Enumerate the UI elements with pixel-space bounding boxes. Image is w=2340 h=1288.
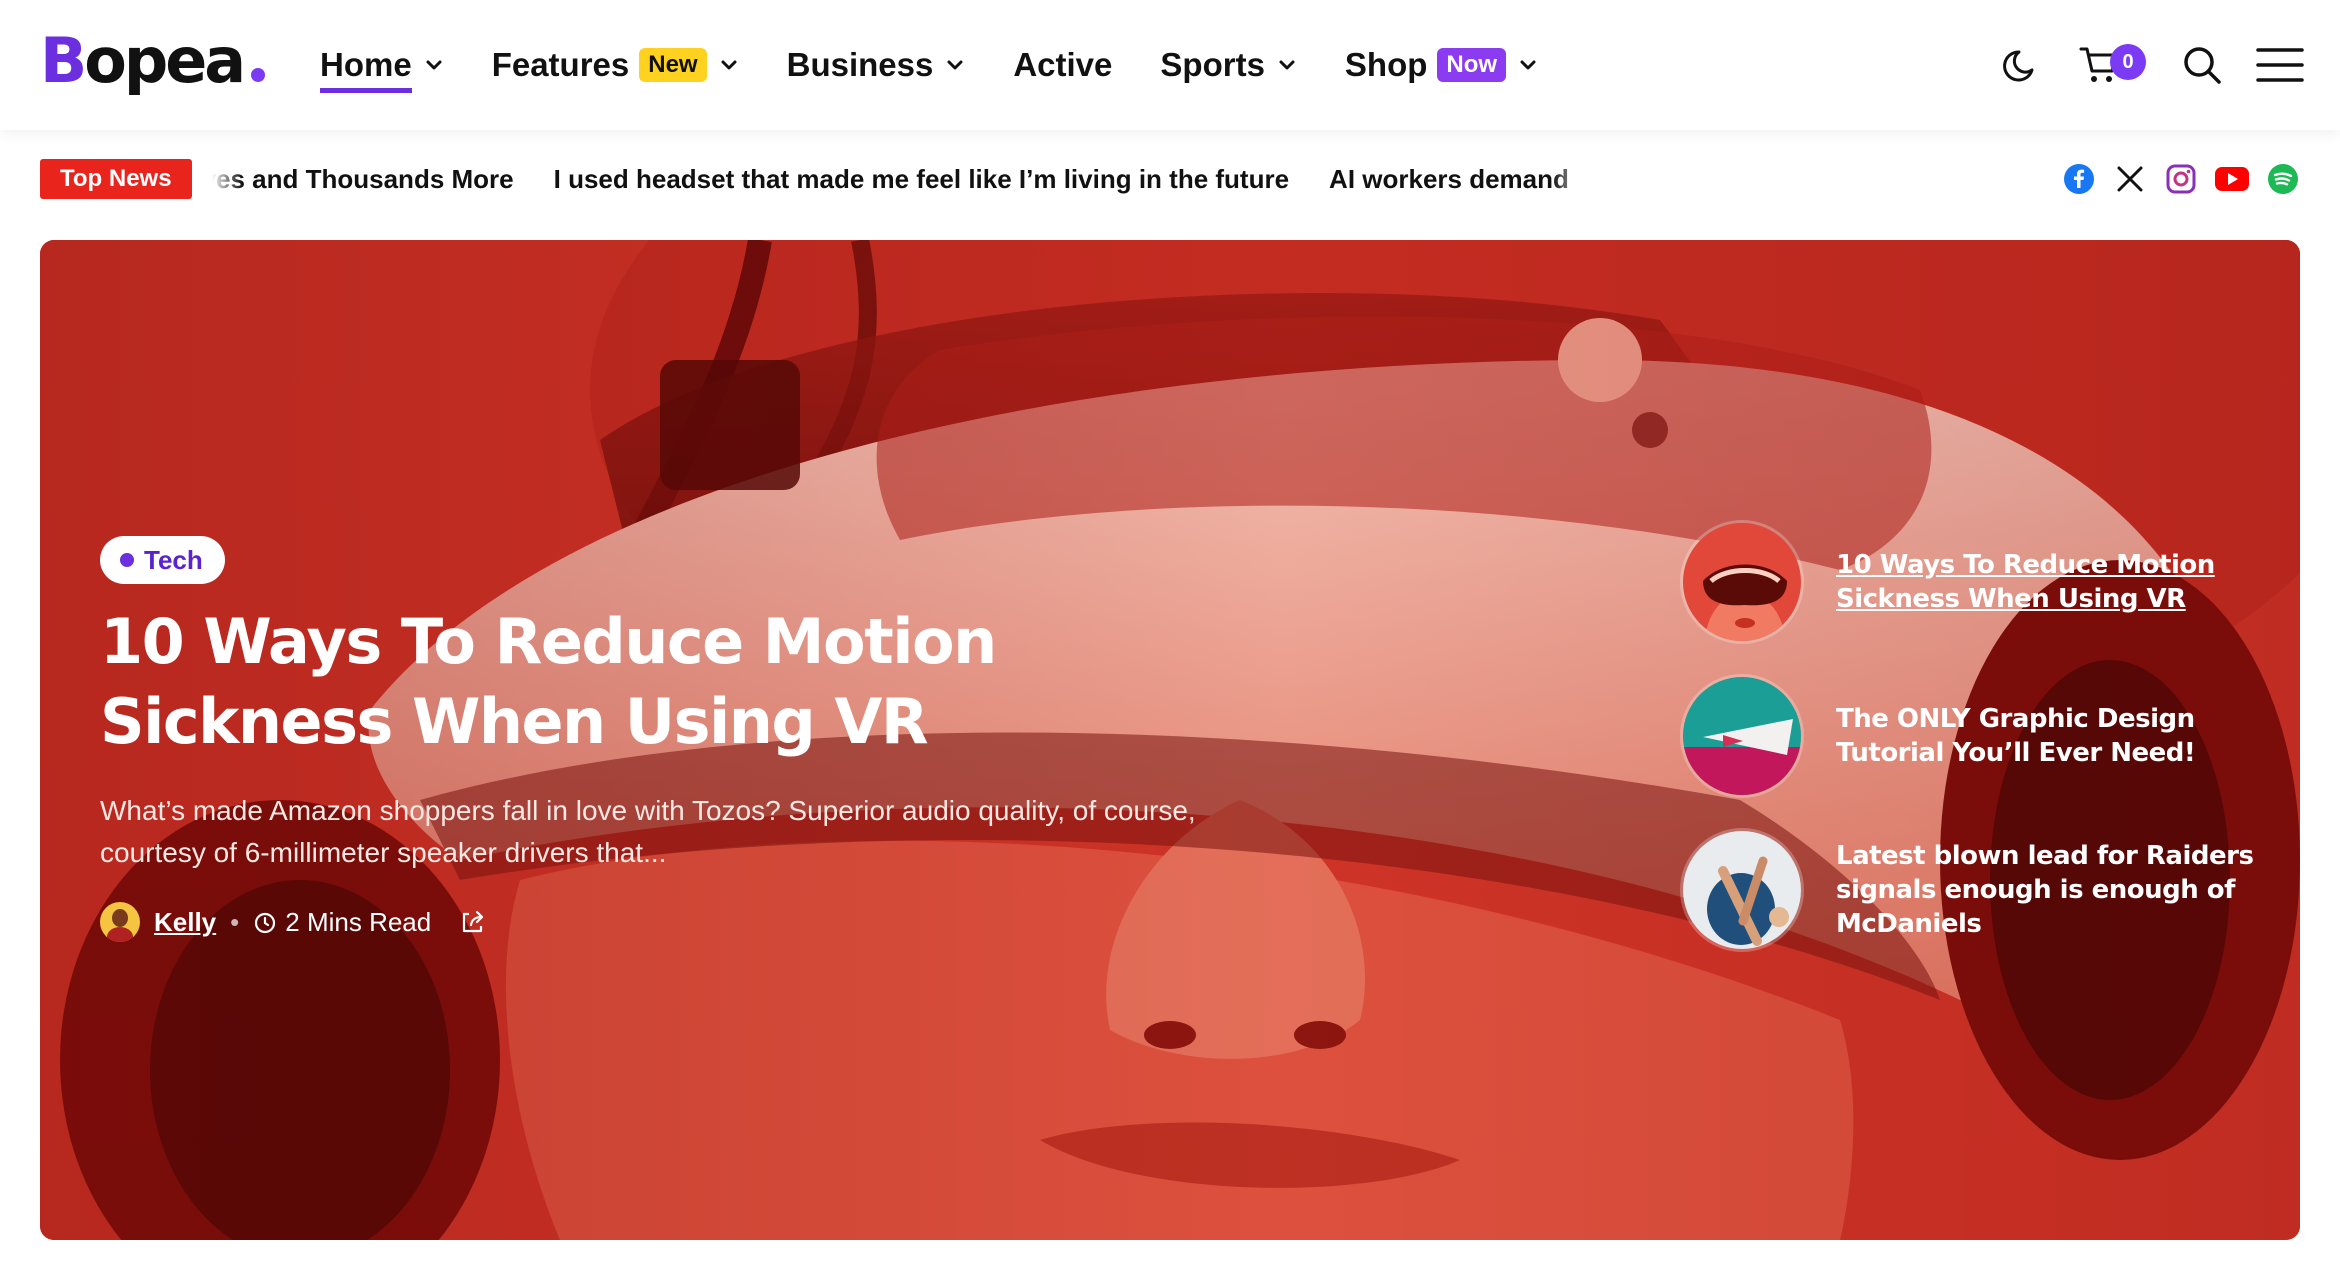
nav-item-label: Home xyxy=(320,46,412,93)
facebook-icon xyxy=(2064,164,2094,194)
nav-item-sports[interactable]: Sports xyxy=(1160,35,1297,95)
instagram-icon xyxy=(2166,164,2196,194)
header-tools: 0 xyxy=(1968,35,2304,95)
category-pill[interactable]: Tech xyxy=(100,536,225,584)
share-icon xyxy=(463,910,484,933)
post-meta: Kelly • 2 Mins Read xyxy=(100,902,487,942)
cart-count-badge: 0 xyxy=(2110,44,2146,80)
menu-icon xyxy=(2256,48,2304,82)
facebook-link[interactable] xyxy=(2062,162,2096,196)
hero-excerpt: What’s made Amazon shoppers fall in love… xyxy=(100,795,1196,868)
nav-item-label: Features xyxy=(491,46,630,83)
nav-item-label: Sports xyxy=(1160,46,1265,83)
x-icon xyxy=(2117,166,2143,192)
side-post-thumbnail[interactable] xyxy=(1680,520,1804,644)
side-post-title[interactable]: Latest blown lead for Raiders signals en… xyxy=(1836,839,2260,941)
top-news-label[interactable]: Top News xyxy=(40,159,192,199)
youtube-link[interactable] xyxy=(2215,162,2249,196)
author-name[interactable]: Kelly xyxy=(154,907,216,938)
read-time: 2 Mins Read xyxy=(253,907,431,938)
side-post-title[interactable]: The ONLY Graphic Design Tutorial You’ll … xyxy=(1836,702,2260,770)
author-avatar[interactable] xyxy=(100,902,140,942)
logo-text: opea xyxy=(84,24,246,97)
ticker-fade-right xyxy=(1551,158,1592,200)
knitting-thumbnail-image xyxy=(1683,831,1801,949)
nav-item-shop[interactable]: Shop Now xyxy=(1345,35,1538,95)
dark-mode-toggle[interactable] xyxy=(1998,41,2046,89)
logo-dot xyxy=(251,68,266,82)
hero-featured-post[interactable]: Tech 10 Ways To Reduce Motion Sickness W… xyxy=(40,240,2300,1240)
side-post[interactable]: Latest blown lead for Raiders signals en… xyxy=(1680,828,2260,952)
design-thumbnail-image xyxy=(1683,677,1801,795)
ticker-items: ves and Thousands More I used headset th… xyxy=(212,158,1592,200)
meta-separator: • xyxy=(230,906,240,937)
nav-item-business[interactable]: Business xyxy=(787,35,966,95)
instagram-link[interactable] xyxy=(2164,162,2198,196)
youtube-icon xyxy=(2215,167,2249,191)
category-dot xyxy=(120,553,134,567)
read-time-text: 2 Mins Read xyxy=(285,906,432,937)
now-badge: Now xyxy=(1437,48,1507,82)
ticker-track: ves and Thousands More I used headset th… xyxy=(211,158,1592,200)
x-link[interactable] xyxy=(2113,162,2147,196)
category-label: Tech xyxy=(144,544,203,575)
nav-item-label: Active xyxy=(1013,46,1113,83)
search-icon xyxy=(2184,47,2221,84)
ticker-fade-left xyxy=(211,158,242,200)
news-ticker: Top News ves and Thousands More I used h… xyxy=(40,158,2300,200)
ticker-item[interactable]: AI workers demand xyxy=(1329,164,1569,195)
social-links xyxy=(2045,158,2300,200)
chevron-down-icon xyxy=(1279,60,1295,70)
nav-item-label: Business xyxy=(786,46,934,83)
spotify-icon xyxy=(2268,164,2298,194)
main-nav: Home Features New Business Active Sports… xyxy=(320,0,1586,130)
hero-title[interactable]: 10 Ways To Reduce Motion Sickness When U… xyxy=(100,602,1300,762)
site-logo[interactable]: Bopea xyxy=(40,24,266,97)
vr-thumbnail-image xyxy=(1683,523,1801,641)
clock-icon xyxy=(255,912,276,934)
share-button[interactable] xyxy=(459,908,487,936)
moon-icon xyxy=(2003,50,2034,82)
spotify-link[interactable] xyxy=(2266,162,2300,196)
nav-item-label: Shop xyxy=(1344,46,1428,83)
chevron-down-icon xyxy=(947,60,963,70)
menu-button[interactable] xyxy=(2256,41,2304,89)
chevron-down-icon xyxy=(721,60,737,70)
nav-item-features[interactable]: Features New xyxy=(492,35,739,95)
avatar-face xyxy=(112,909,128,927)
ticker-item[interactable]: ves and Thousands More xyxy=(212,164,514,195)
ticker-item[interactable]: I used headset that made me feel like I’… xyxy=(554,164,1289,195)
nav-item-home[interactable]: Home xyxy=(320,35,444,95)
chevron-down-icon xyxy=(426,60,442,70)
side-post[interactable]: 10 Ways To Reduce Motion Sickness When U… xyxy=(1680,520,2260,644)
new-badge: New xyxy=(639,48,707,82)
side-post-thumbnail[interactable] xyxy=(1680,828,1804,952)
nav-item-active[interactable]: Active xyxy=(1013,35,1112,95)
chevron-down-icon xyxy=(1520,60,1536,70)
avatar-body xyxy=(107,927,133,942)
side-post-title[interactable]: 10 Ways To Reduce Motion Sickness When U… xyxy=(1836,548,2260,616)
side-post[interactable]: The ONLY Graphic Design Tutorial You’ll … xyxy=(1680,674,2260,798)
search-button[interactable] xyxy=(2178,41,2226,89)
cart-button[interactable]: 0 xyxy=(2076,41,2146,89)
side-post-thumbnail[interactable] xyxy=(1680,674,1804,798)
side-post-list: 10 Ways To Reduce Motion Sickness When U… xyxy=(1680,520,2260,982)
site-header: Bopea Home Features New Business Active … xyxy=(0,0,2340,130)
logo-letter: B xyxy=(40,24,87,97)
